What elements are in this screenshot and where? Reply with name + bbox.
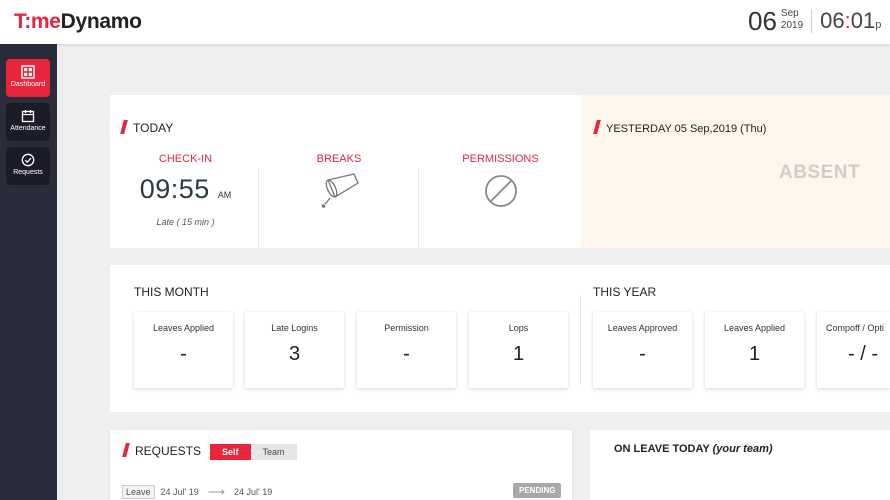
stat-value: - (639, 343, 646, 365)
status-badge: PENDING (513, 483, 562, 498)
stat-value: - / - (848, 343, 878, 365)
today-title: TODAY (120, 120, 174, 135)
stat-label: Leaves Applied (723, 323, 786, 333)
date-year: 2019 (780, 20, 804, 31)
sidebar-item-label: Attendance (10, 125, 46, 132)
request-to-date: 24 Jul' 19 (233, 487, 273, 497)
yesterday-title: YESTERDAY 05 Sep,2019 (Thu) (593, 120, 767, 135)
clock-minute: 01 (850, 8, 876, 33)
column-divider (418, 168, 419, 248)
on-leave-title-sub: (your team) (712, 443, 773, 455)
checkin-label: CHECK-IN (158, 153, 213, 165)
stat-value: 1 (748, 343, 761, 365)
stat-leaves-applied-year: Leaves Applied 1 (705, 312, 804, 388)
on-leave-title: ON LEAVE TODAY (your team) (614, 443, 773, 455)
permissions-section: PERMISSIONS (428, 153, 573, 214)
requests-card: REQUESTS Self Team Leave 24 Jul' 19 ⟶ 24… (110, 430, 572, 500)
date-month: Sep (780, 8, 799, 19)
stat-leaves-approved: Leaves Approved - (593, 312, 692, 388)
stat-label: Late Logins (271, 323, 318, 333)
stat-value: 3 (288, 343, 301, 365)
top-bar: T:meDynamo 06 Sep 2019 06:01p (0, 0, 890, 44)
stat-value: 1 (512, 343, 525, 365)
stat-leaves-applied-month: Leaves Applied - (134, 312, 233, 388)
check-circle-icon (21, 153, 35, 167)
no-entry-icon (484, 175, 517, 207)
date-day: 06 (748, 6, 777, 36)
date-time-display: 06 Sep 2019 06:01p (748, 6, 881, 40)
column-divider (258, 168, 259, 248)
stats-card: THIS MONTH Leaves Applied - Late Logins … (110, 265, 890, 412)
grid-icon (21, 65, 35, 79)
requests-scope-toggle: Self Team (210, 444, 297, 460)
requests-title: REQUESTS (122, 443, 202, 458)
this-year-title: THIS YEAR (593, 285, 657, 299)
stat-label: Lops (508, 323, 529, 333)
yesterday-card: YESTERDAY 05 Sep,2019 (Thu) ABSENT (581, 95, 890, 248)
stat-lops: Lops 1 (469, 312, 568, 388)
clock-ampm: p (875, 19, 882, 31)
sidebar: Dashboard Attendance Requests (0, 44, 57, 500)
toggle-team[interactable]: Team (250, 444, 297, 460)
permissions-label: PERMISSIONS (462, 153, 539, 165)
this-month-title: THIS MONTH (134, 285, 209, 299)
arrow-right-icon: ⟶ (207, 485, 225, 499)
stat-label: Compoff / Opti (826, 323, 884, 333)
stat-value: - (403, 343, 410, 365)
request-row[interactable]: Leave 24 Jul' 19 ⟶ 24 Jul' 19 (122, 485, 272, 499)
breaks-section: BREAKS (269, 153, 409, 216)
date-divider (811, 9, 813, 33)
clock: 06:01p (820, 6, 881, 40)
cup-icon (321, 173, 359, 208)
yesterday-title-text: YESTERDAY 05 Sep,2019 (Thu) (606, 123, 767, 135)
request-type: Leave (122, 485, 155, 499)
stat-compoff: Compoff / Opti - / - (817, 312, 890, 388)
app-logo[interactable]: T:meDynamo (14, 10, 142, 34)
today-card: TODAY CHECK-IN 09:55 AM Late ( 15 min ) … (110, 95, 581, 248)
late-note: Late ( 15 min ) (156, 217, 215, 227)
request-from-date: 24 Jul' 19 (160, 487, 199, 497)
logo-part-time: T:me (14, 10, 61, 33)
checkin-ampm: AM (217, 190, 232, 200)
sidebar-item-dashboard[interactable]: Dashboard (6, 59, 50, 97)
logo-part-dynamo: Dynamo (60, 10, 142, 33)
checkin-section: CHECK-IN 09:55 AM Late ( 15 min ) (120, 153, 251, 227)
sidebar-item-attendance[interactable]: Attendance (6, 103, 50, 141)
clock-hour: 06 (820, 8, 845, 33)
stat-label: Permission (384, 323, 429, 333)
title-accent (593, 120, 601, 134)
calendar-icon (21, 110, 35, 123)
checkin-time: 09:55 AM (120, 174, 251, 205)
date-month-year: Sep 2019 (781, 8, 803, 32)
sidebar-item-label: Dashboard (10, 81, 46, 88)
sidebar-item-requests[interactable]: Requests (6, 147, 50, 185)
on-leave-title-main: ON LEAVE TODAY (614, 443, 710, 455)
today-title-text: TODAY (133, 121, 174, 135)
toggle-self[interactable]: Self (210, 444, 251, 460)
on-leave-card: ON LEAVE TODAY (your team) (590, 430, 890, 500)
checkin-time-value: 09:55 (139, 174, 210, 204)
title-accent (120, 120, 128, 134)
yesterday-status: ABSENT (779, 162, 861, 183)
stat-value: - (180, 343, 187, 365)
requests-title-text: REQUESTS (135, 444, 202, 458)
stat-label: Leaves Applied (152, 323, 215, 333)
stat-label: Leaves Approved (607, 323, 678, 333)
stat-permission: Permission - (357, 312, 456, 388)
sidebar-item-label: Requests (13, 169, 43, 176)
breaks-label: BREAKS (316, 153, 362, 165)
section-divider (580, 295, 581, 385)
title-accent (122, 443, 130, 457)
stat-late-logins: Late Logins 3 (245, 312, 344, 388)
